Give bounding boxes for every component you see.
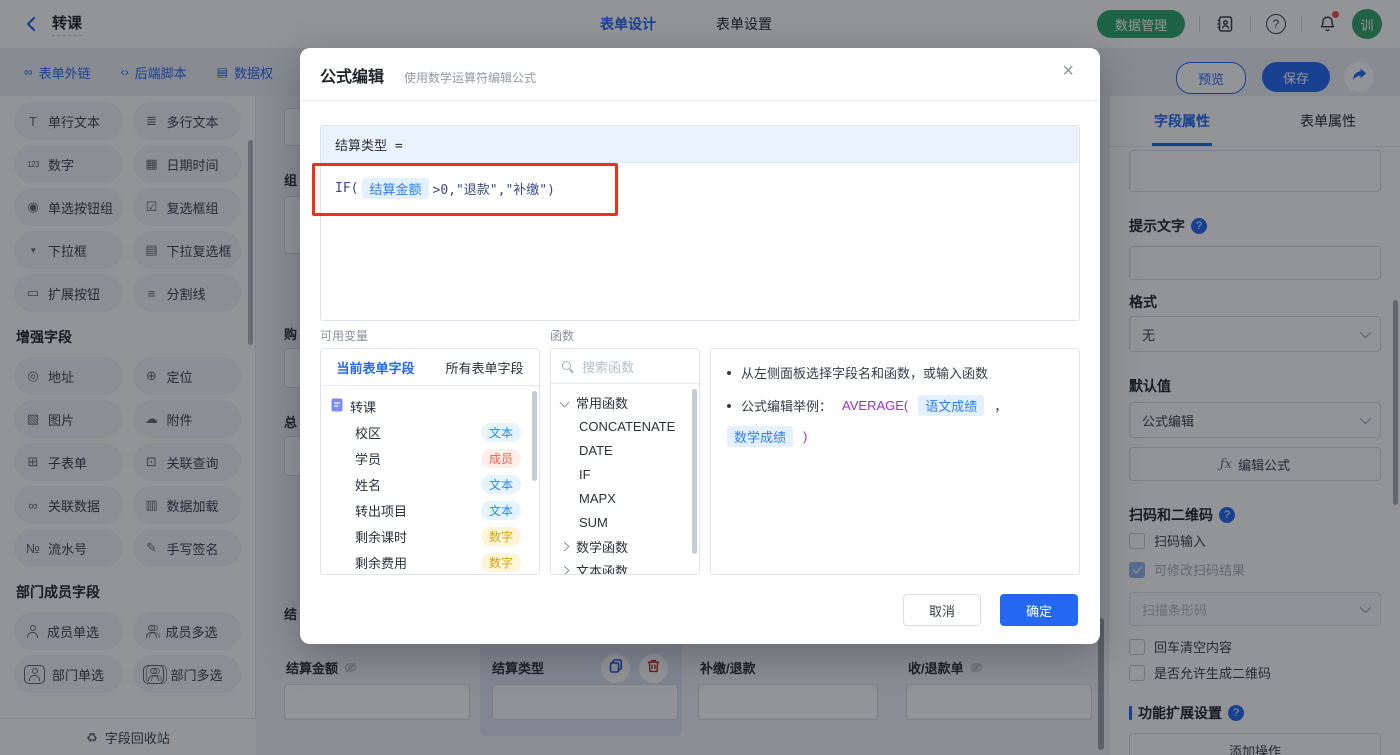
field-chip[interactable]: 结算金额	[362, 178, 428, 199]
functions-label: 函数	[550, 327, 574, 344]
function-item[interactable]: IF	[551, 462, 699, 486]
hints-panel: 从左侧面板选择字段名和函数，或输入函数 公式编辑举例： AVERAGE( 语文成…	[710, 348, 1080, 575]
confirm-button[interactable]: 确定	[1000, 594, 1078, 626]
function-name-example: AVERAGE(	[842, 398, 908, 413]
search-icon	[561, 360, 574, 373]
hint-line-2: 公式编辑举例： AVERAGE( 语文成绩 ， 数学成绩 )	[727, 395, 1063, 447]
app-root: 转课 表单设计 表单设置 数据管理 ? 训 ∞表单外链 ‹›后端脚本 ▤数据权	[0, 0, 1400, 755]
tab-current-form-fields[interactable]: 当前表单字段	[321, 349, 430, 385]
close-icon[interactable]: ×	[1062, 61, 1074, 81]
document-icon	[331, 398, 343, 415]
function-item[interactable]: MAPX	[551, 486, 699, 510]
variable-item[interactable]: 剩余课时数字	[331, 523, 529, 549]
variable-item[interactable]: 学员成员	[331, 445, 529, 471]
variables-label: 可用变量	[320, 327, 368, 344]
type-badge: 数字	[481, 553, 521, 572]
formula-expression[interactable]: IF( 结算金额 >0,"退款","补缴")	[335, 178, 555, 199]
function-group-common[interactable]: 常用函数	[551, 390, 699, 414]
function-group-math[interactable]: 数学函数	[551, 534, 699, 558]
variables-tabs: 当前表单字段 所有表单字段	[321, 349, 539, 386]
formula-editor[interactable]: 结算类型 = IF( 结算金额 >0,"退款","补缴")	[320, 125, 1080, 321]
variables-panel: 当前表单字段 所有表单字段 转课 校区文本 学员成员 姓名文本 转出项目文本 剩…	[320, 348, 540, 575]
function-search-box[interactable]: 搜索函数	[551, 349, 699, 384]
caret-right-icon	[560, 565, 570, 575]
variables-tree: 转课 校区文本 学员成员 姓名文本 转出项目文本 剩余课时数字 剩余费用数字	[321, 386, 539, 575]
functions-panel: 搜索函数 常用函数 CONCATENATE DATE IF MAPX SUM 数…	[550, 348, 700, 575]
function-item[interactable]: DATE	[551, 438, 699, 462]
type-badge: 成员	[481, 449, 521, 468]
variable-item[interactable]: 转出项目文本	[331, 497, 529, 523]
type-badge: 文本	[481, 475, 521, 494]
field-chip-example: 数学成绩	[727, 426, 793, 447]
variable-item[interactable]: 校区文本	[331, 419, 529, 445]
modal-title: 公式编辑	[320, 63, 384, 87]
type-badge: 文本	[481, 501, 521, 520]
formula-suffix: >0,"退款","补缴")	[433, 179, 555, 198]
formula-target: 结算类型 =	[321, 126, 1079, 163]
bullet	[727, 404, 731, 408]
variables-scrollbar[interactable]	[532, 391, 537, 481]
function-item[interactable]: CONCATENATE	[551, 414, 699, 438]
caret-down-icon	[560, 397, 570, 407]
type-badge: 数字	[481, 527, 521, 546]
tab-all-form-fields[interactable]: 所有表单字段	[430, 349, 539, 385]
type-badge: 文本	[481, 423, 521, 442]
modal-subtitle: 使用数学运算符编辑公式	[404, 69, 536, 86]
formula-edit-modal: 公式编辑 使用数学运算符编辑公式 × 结算类型 = IF( 结算金额 >0,"退…	[300, 48, 1100, 644]
modal-divider	[300, 100, 1100, 101]
form-node[interactable]: 转课	[331, 393, 529, 419]
field-chip-example: 语文成绩	[918, 395, 984, 416]
cancel-button[interactable]: 取消	[903, 594, 981, 626]
functions-scrollbar[interactable]	[692, 389, 697, 554]
variable-item[interactable]: 姓名文本	[331, 471, 529, 497]
formula-prefix: IF(	[335, 181, 358, 196]
functions-tree: 常用函数 CONCATENATE DATE IF MAPX SUM 数学函数 文…	[551, 384, 699, 575]
caret-right-icon	[560, 541, 570, 551]
hint-line-1: 从左侧面板选择字段名和函数，或输入函数	[727, 363, 1063, 382]
search-placeholder: 搜索函数	[582, 357, 634, 376]
function-group-text[interactable]: 文本函数	[551, 558, 699, 575]
function-item[interactable]: SUM	[551, 510, 699, 534]
bullet	[727, 371, 731, 375]
close-paren-example: )	[803, 429, 807, 444]
variable-item[interactable]: 剩余费用数字	[331, 549, 529, 575]
